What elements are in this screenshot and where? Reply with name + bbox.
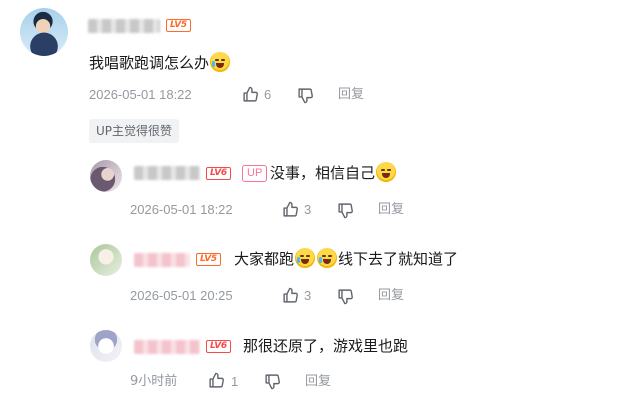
like-count: 3: [304, 288, 312, 303]
crying-laugh-emoji-icon: [295, 248, 316, 268]
reply-text-content: 没事，相信自己: [270, 164, 376, 182]
reply-text-content-1: 大家都跑: [234, 250, 295, 268]
like-count: 1: [231, 374, 239, 389]
reply-text-content-2: 线下去了就知道了: [338, 250, 459, 268]
crying-laugh-emoji-icon: [376, 162, 397, 182]
crying-laugh-emoji-icon: [210, 52, 231, 72]
username[interactable]: [134, 166, 200, 180]
thumbs-down-icon[interactable]: [337, 288, 354, 305]
avatar[interactable]: [90, 244, 122, 276]
level-badge: LV6: [206, 340, 231, 353]
level-badge: LV5: [196, 253, 221, 266]
crying-laugh-emoji-icon: [317, 248, 338, 268]
reply-button[interactable]: 回复: [305, 373, 331, 391]
like-count: 6: [264, 87, 272, 102]
comment-text: 我唱歌跑调怎么办: [89, 52, 231, 74]
thumbs-down-icon[interactable]: [297, 87, 314, 104]
comment-timestamp: 2026-05-01 18:22: [89, 87, 192, 102]
reply-timestamp: 2026-05-01 20:25: [130, 288, 233, 303]
reply-timestamp: 2026-05-01 18:22: [130, 202, 233, 217]
reply-button[interactable]: 回复: [338, 86, 364, 104]
reply-text: 没事，相信自己: [270, 162, 397, 184]
level-badge: LV6: [206, 167, 231, 180]
reply-button[interactable]: 回复: [378, 287, 404, 305]
thumbs-up-icon[interactable]: [208, 372, 225, 389]
reply-text: 大家都跑 线下去了就知道了: [234, 248, 458, 270]
username[interactable]: [134, 340, 200, 354]
level-badge: LV5: [166, 19, 191, 32]
reply-button[interactable]: 回复: [378, 201, 404, 219]
up-liked-tag: UP主觉得很赞: [89, 119, 180, 143]
reply-text: 那很还原了，游戏里也跑: [243, 337, 409, 355]
thumbs-down-icon[interactable]: [264, 373, 281, 390]
up-badge: UP: [242, 165, 268, 182]
avatar[interactable]: [20, 8, 68, 56]
thumbs-up-icon[interactable]: [282, 287, 299, 304]
username[interactable]: [88, 19, 160, 33]
comment-text-content: 我唱歌跑调怎么办: [89, 54, 210, 72]
reply-timestamp: 9小时前: [130, 374, 178, 389]
avatar[interactable]: [90, 330, 122, 362]
avatar[interactable]: [90, 160, 122, 192]
thumbs-down-icon[interactable]: [337, 202, 354, 219]
thumbs-up-icon[interactable]: [282, 201, 299, 218]
like-count: 3: [304, 202, 312, 217]
username[interactable]: [134, 253, 190, 267]
thumbs-up-icon[interactable]: [242, 86, 259, 103]
